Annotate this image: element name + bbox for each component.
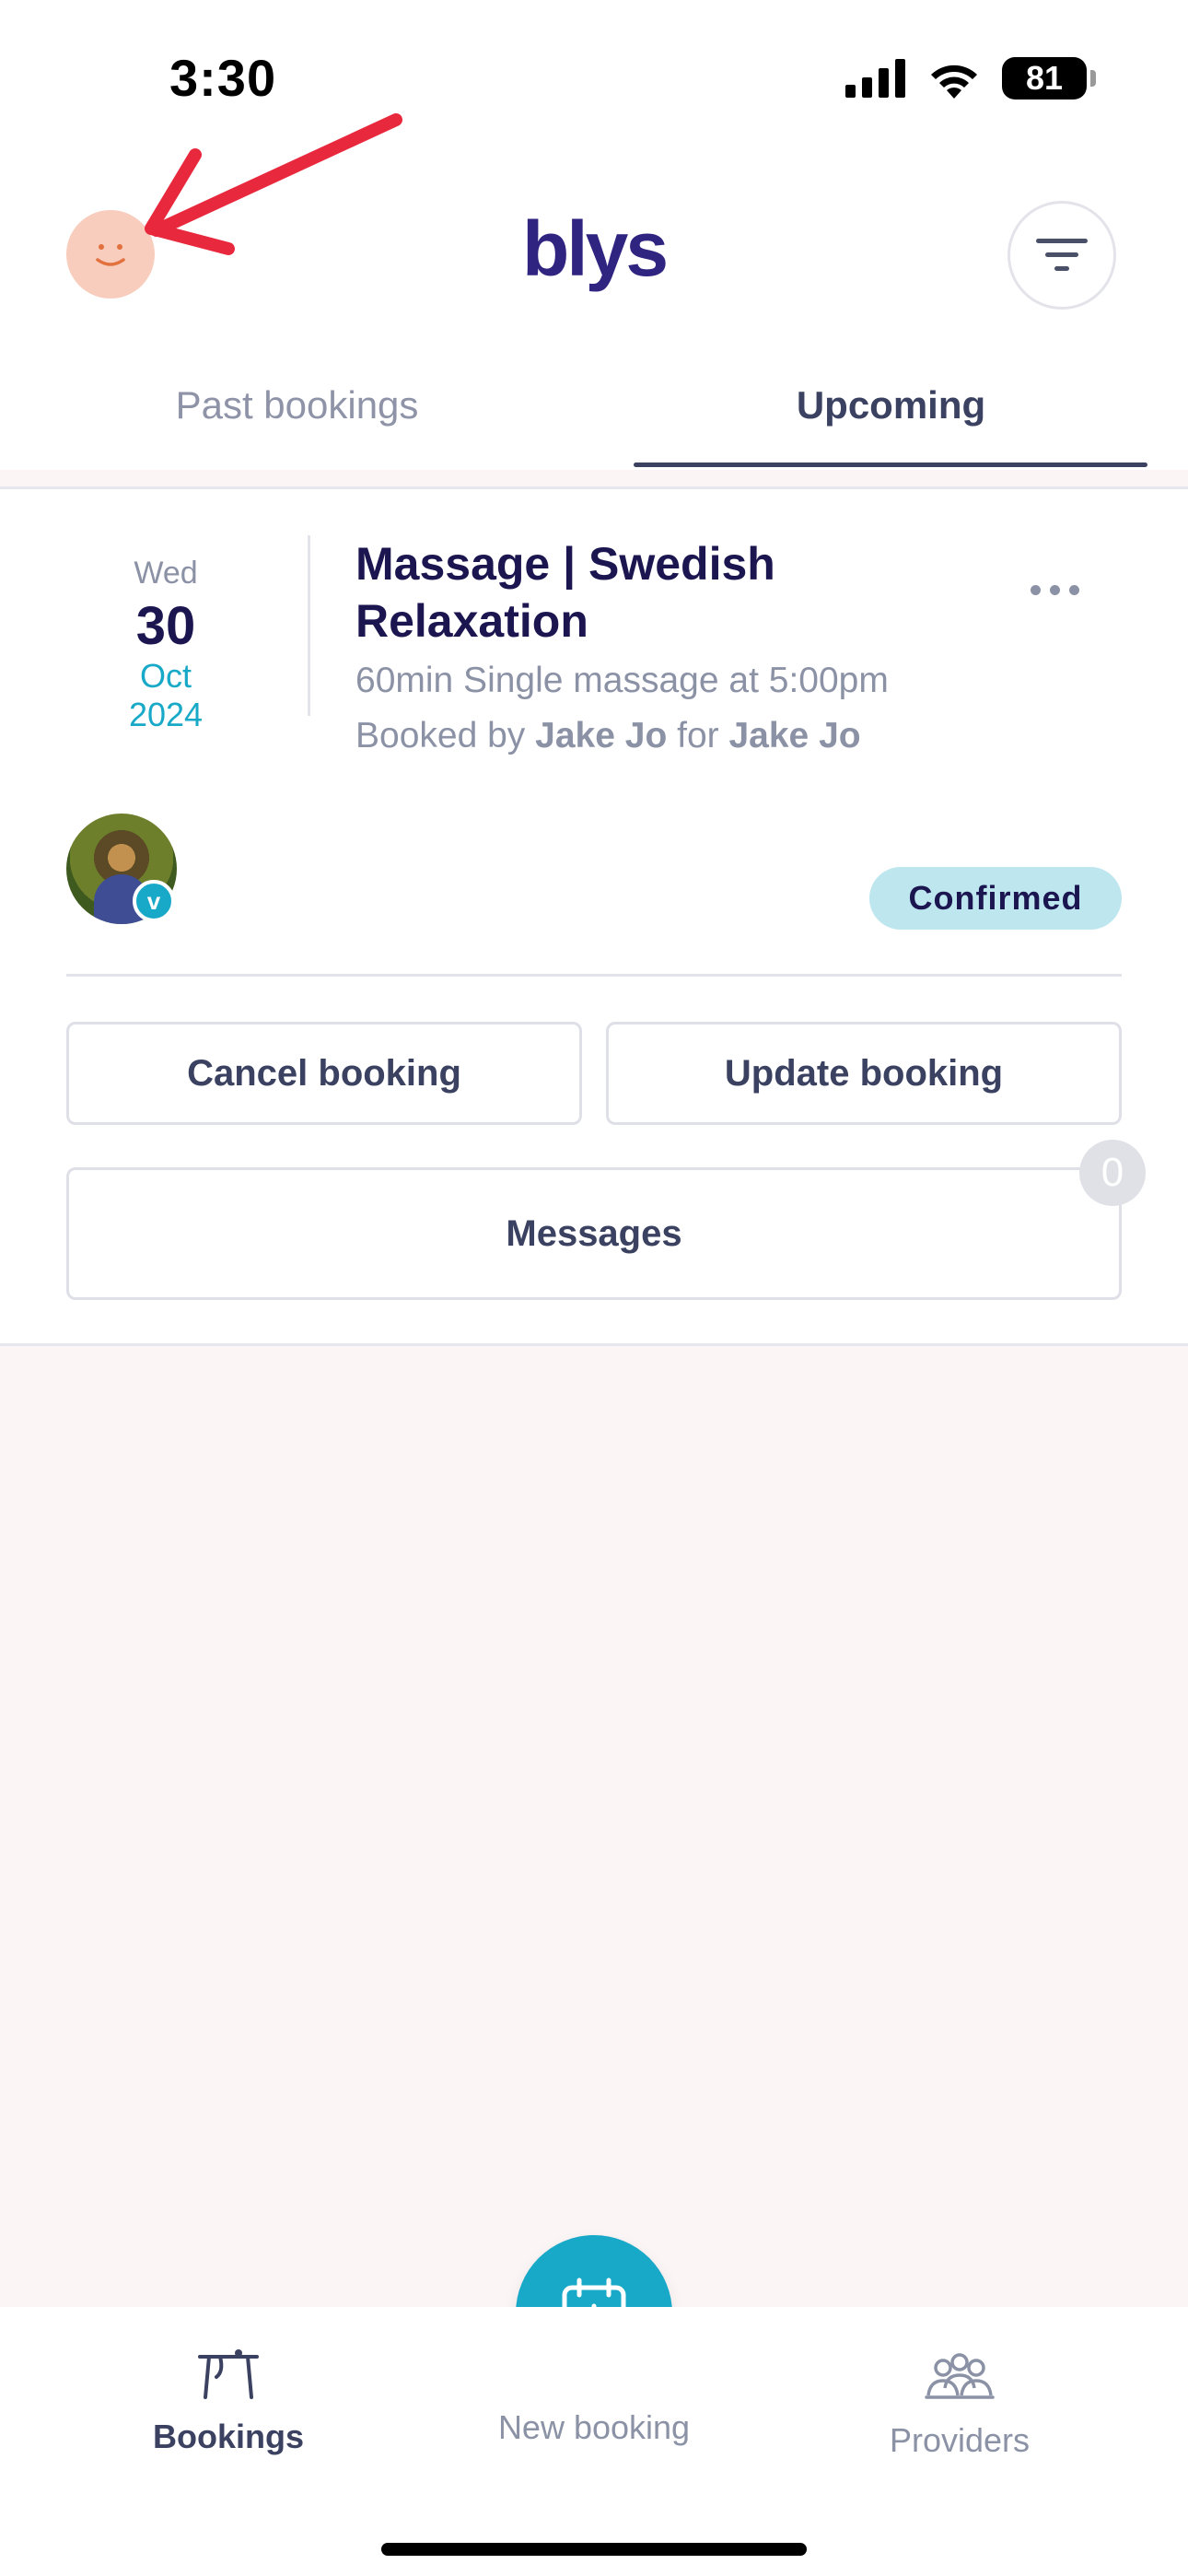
verified-badge-icon: v bbox=[133, 880, 175, 922]
bookings-icon bbox=[198, 2349, 259, 2399]
booking-tabs: Past bookings Upcoming bbox=[0, 352, 1188, 470]
nav-item-bookings[interactable]: Bookings bbox=[63, 2307, 394, 2456]
wifi-icon bbox=[931, 64, 977, 99]
date-month: Oct bbox=[139, 657, 192, 695]
for-prefix: for bbox=[677, 716, 719, 755]
booked-by: Booked by Jake Jo for Jake Jo bbox=[355, 716, 861, 756]
status-icons: 81 bbox=[845, 57, 1096, 100]
booking-title: Massage | Swedish Relaxation bbox=[355, 538, 775, 647]
booked-by-name: Jake Jo bbox=[535, 716, 668, 755]
date-day: 30 bbox=[135, 596, 196, 656]
booked-by-prefix: Booked by bbox=[355, 716, 526, 755]
date-divider bbox=[308, 535, 310, 716]
nav-item-providers[interactable]: Providers bbox=[794, 2307, 1125, 2460]
battery-cap bbox=[1090, 70, 1096, 87]
booking-date: Wed 30 Oct 2024 bbox=[66, 556, 265, 734]
nav-label-providers: Providers bbox=[889, 2421, 1031, 2459]
filter-icon bbox=[1036, 239, 1088, 271]
providers-icon bbox=[925, 2353, 995, 2399]
booking-card[interactable]: Wed 30 Oct 2024 Massage | Swedish Relaxa… bbox=[0, 489, 1188, 1346]
battery-level: 81 bbox=[1025, 59, 1064, 97]
bookings-screen: 3:30 81 blys Past bookings Upcoming Wed … bbox=[0, 0, 1188, 2576]
cancel-booking-button[interactable]: Cancel booking bbox=[66, 1022, 582, 1125]
cellular-signal-icon bbox=[845, 59, 905, 98]
date-weekday: Wed bbox=[134, 556, 198, 591]
date-year: 2024 bbox=[128, 696, 204, 733]
card-divider bbox=[66, 974, 1122, 977]
messages-button[interactable]: Messages bbox=[66, 1167, 1122, 1300]
battery-icon: 81 bbox=[1002, 57, 1096, 100]
more-options-icon[interactable] bbox=[1031, 585, 1079, 595]
update-booking-button[interactable]: Update booking bbox=[606, 1022, 1122, 1125]
filter-button[interactable] bbox=[1007, 201, 1116, 310]
tab-past-bookings[interactable]: Past bookings bbox=[0, 352, 594, 470]
status-bar: 3:30 81 bbox=[0, 0, 1188, 157]
app-header: blys bbox=[0, 157, 1188, 352]
booking-details: 60min Single massage at 5:00pm bbox=[355, 661, 889, 700]
status-time: 3:30 bbox=[169, 49, 277, 107]
tab-upcoming[interactable]: Upcoming bbox=[594, 352, 1188, 470]
home-indicator bbox=[381, 2543, 807, 2556]
active-tab-indicator bbox=[634, 463, 1147, 467]
nav-label-bookings: Bookings bbox=[152, 2418, 304, 2455]
bottom-nav: Bookings New booking Providers bbox=[0, 2307, 1188, 2576]
nav-label-new-booking: New booking bbox=[497, 2408, 691, 2446]
message-count-badge: 0 bbox=[1079, 1140, 1146, 1206]
status-badge: Confirmed bbox=[869, 867, 1122, 930]
booked-for-name: Jake Jo bbox=[728, 716, 861, 755]
